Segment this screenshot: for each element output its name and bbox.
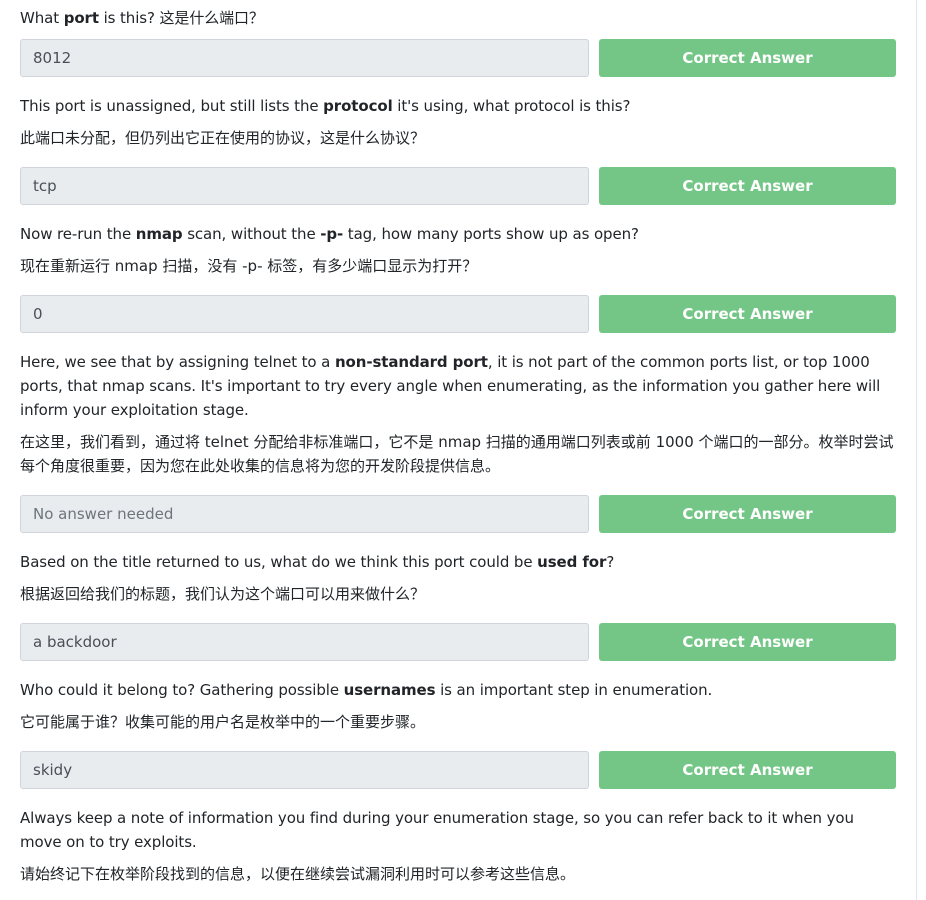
- answer-field[interactable]: 0: [20, 295, 589, 333]
- correct-answer-button[interactable]: Correct Answer: [599, 167, 896, 205]
- answer-field[interactable]: tcp: [20, 167, 589, 205]
- answer-row: tcp Correct Answer: [20, 167, 896, 205]
- question-translation: 现在重新运行 nmap 扫描，没有 -p- 标签，有多少端口显示为打开？: [20, 257, 478, 275]
- answer-field[interactable]: 8012: [20, 39, 589, 77]
- question-translation: 此端口未分配，但仍列出它正在使用的协议，这是什么协议？: [20, 129, 426, 147]
- correct-answer-button[interactable]: Correct Answer: [599, 495, 896, 533]
- correct-answer-button[interactable]: Correct Answer: [599, 751, 896, 789]
- answer-row: 8012 Correct Answer: [20, 39, 896, 77]
- answer-field[interactable]: a backdoor: [20, 623, 589, 661]
- answer-row: skidy Correct Answer: [20, 751, 896, 789]
- footer-note: Always keep a note of information you fi…: [20, 809, 854, 851]
- question-text: Here, we see that by assigning telnet to…: [20, 353, 881, 419]
- question-text: This port is unassigned, but still lists…: [20, 97, 631, 115]
- scrollbar-rail[interactable]: [916, 0, 917, 900]
- answer-row: a backdoor Correct Answer: [20, 623, 896, 661]
- question-translation: 它可能属于谁？收集可能的用户名是枚举中的一个重要步骤。: [20, 713, 426, 731]
- correct-answer-button[interactable]: Correct Answer: [599, 623, 896, 661]
- question-text: Who could it belong to? Gathering possib…: [20, 681, 713, 699]
- question-text: What port is this? 这是什么端口？: [20, 9, 264, 27]
- correct-answer-button[interactable]: Correct Answer: [599, 39, 896, 77]
- question-text: Now re-run the nmap scan, without the -p…: [20, 225, 639, 243]
- question-translation: 在这里，我们看到，通过将 telnet 分配给非标准端口，它不是 nmap 扫描…: [20, 433, 894, 475]
- question-text: Based on the title returned to us, what …: [20, 553, 615, 571]
- answer-field[interactable]: No answer needed: [20, 495, 589, 533]
- footer-note-translation: 请始终记下在枚举阶段找到的信息，以便在继续尝试漏洞利用时可以参考这些信息。: [20, 865, 576, 883]
- question-translation: 根据返回给我们的标题，我们认为这个端口可以用来做什么？: [20, 585, 426, 603]
- answer-field[interactable]: skidy: [20, 751, 589, 789]
- correct-answer-button[interactable]: Correct Answer: [599, 295, 896, 333]
- answer-row: No answer needed Correct Answer: [20, 495, 896, 533]
- answer-row: 0 Correct Answer: [20, 295, 896, 333]
